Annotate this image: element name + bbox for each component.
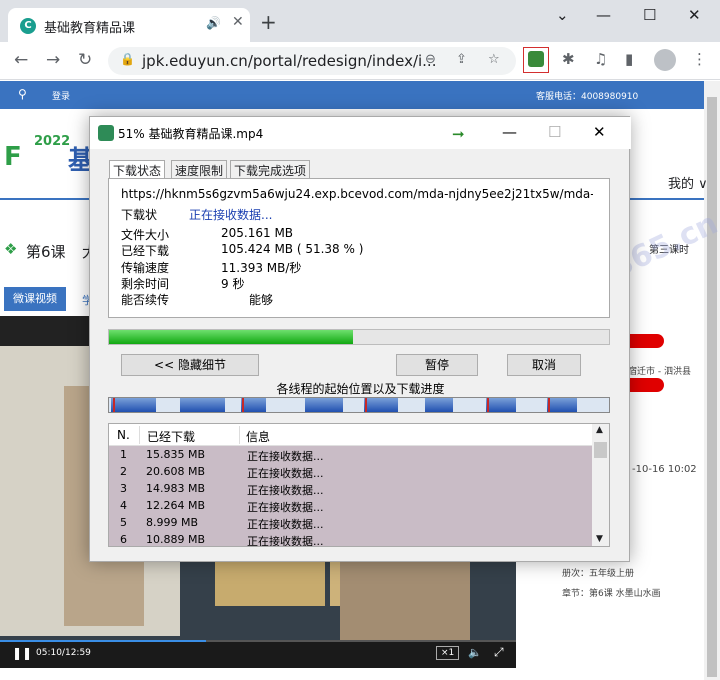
table-row[interactable]: 2 20.608 MB 正在接收数据... <box>109 464 593 481</box>
location-text: 宿迁市 - 泗洪县 <box>628 367 691 377</box>
lock-icon[interactable]: 🔒 <box>120 52 135 66</box>
reload-icon[interactable]: ↻ <box>78 50 92 70</box>
audio-playing-icon[interactable]: 🔊 <box>206 16 221 30</box>
volume-icon[interactable]: 🔈 <box>468 646 482 659</box>
lesson-icon: ❖ <box>4 240 18 258</box>
status-value: 正在接收数据... <box>189 208 273 222</box>
browser-tab[interactable]: C 基础教育精品课 🔊 ✕ <box>8 8 250 42</box>
minimize-button[interactable]: — <box>596 6 611 24</box>
address-bar[interactable]: 🔒 jpk.eduyun.cn/portal/redesign/index/i.… <box>108 47 516 75</box>
table-row[interactable]: 4 12.264 MB 正在接收数据... <box>109 498 593 515</box>
user-icon[interactable]: ⚲ <box>18 87 27 101</box>
status-label: 下载状 <box>121 208 158 222</box>
back-icon[interactable]: ← <box>14 50 28 70</box>
close-tab-icon[interactable]: ✕ <box>232 14 244 30</box>
dialog-titlebar[interactable]: 51% 基础教育精品课.mp4 ➞ — ☐ ✕ <box>90 117 631 149</box>
new-tab-button[interactable]: + <box>260 10 277 34</box>
file-size-value: 205.161 MB <box>221 226 294 240</box>
more-menu-icon[interactable]: ⋮ <box>692 50 707 68</box>
video-controls: ❚❚ 05:10/12:59 ×1 🔈 ⤢ <box>0 640 516 668</box>
tab-micro-video[interactable]: 微课视频 <box>4 287 66 311</box>
hotline-text: 客服电话：4008980910 <box>536 92 639 102</box>
table-row[interactable]: 1 15.835 MB 正在接收数据... <box>109 447 593 464</box>
logo-year: 2022 <box>34 134 71 149</box>
tab-completion-options[interactable]: 下载完成选项 <box>230 160 311 178</box>
tab-title: 基础教育精品课 <box>44 21 136 36</box>
scroll-up-icon[interactable]: ▲ <box>596 425 603 435</box>
list-scrollbar[interactable]: ▲ ▼ <box>592 424 609 546</box>
download-dialog: 51% 基础教育精品课.mp4 ➞ — ☐ ✕ 下载状态 速度限制 下载完成选项… <box>89 116 631 562</box>
col-downloaded[interactable]: 已经下载 <box>147 428 195 445</box>
field-label: 能否续传 <box>121 293 170 307</box>
pause-icon[interactable]: ❚❚ <box>12 646 32 660</box>
pause-button[interactable]: 暂停 <box>396 354 478 376</box>
login-link[interactable]: 登录 <box>52 89 70 102</box>
table-row[interactable]: 5 8.999 MB 正在接收数据... <box>109 515 593 532</box>
field-label: 传输速度 <box>121 261 170 275</box>
site-header-bar: ⚲ 登录 客服电话：4008980910 <box>0 81 704 109</box>
profile-avatar[interactable] <box>654 49 676 71</box>
close-window-button[interactable]: ✕ <box>688 6 701 24</box>
page-scrollbar[interactable] <box>704 81 720 680</box>
resume-value: 能够 <box>249 293 274 307</box>
video-time: 05:10/12:59 <box>36 648 91 658</box>
field-label: 已经下载 <box>121 244 170 258</box>
bookmark-star-icon[interactable]: ☆ <box>488 52 500 67</box>
chapter-text: 章节：第6课 水墨山水画 <box>562 589 661 599</box>
idm-extension-icon[interactable] <box>523 47 549 73</box>
list-body: 1 15.835 MB 正在接收数据... 2 20.608 MB 正在接收数据... … <box>109 446 593 546</box>
tab-speed-limit[interactable]: 速度限制 <box>171 160 228 178</box>
speed-button[interactable]: ×1 <box>436 646 460 660</box>
speed-value: 11.393 MB/秒 <box>221 261 302 275</box>
field-label: 剩余时间 <box>121 277 170 291</box>
extensions-puzzle-icon[interactable]: ✱ <box>562 50 575 68</box>
scroll-down-icon[interactable]: ▼ <box>596 534 603 544</box>
dialog-maximize-button: ☐ <box>548 123 562 141</box>
url-text[interactable]: jpk.eduyun.cn/portal/redesign/index/i... <box>142 52 436 70</box>
zoom-icon[interactable]: ⊖ <box>425 52 436 67</box>
tab-strip: C 基础教育精品课 🔊 ✕ + ⌄ — ☐ ✕ <box>0 0 720 42</box>
status-panel: https://hknm5s6gzvm5a6wju24.exp.bcevod.c… <box>108 178 610 318</box>
tab-download-status[interactable]: 下载状态 <box>109 160 166 179</box>
threads-label: 各线程的起始位置以及下载进度 <box>276 382 445 396</box>
arrow-icon: ➞ <box>452 125 465 143</box>
fullscreen-icon[interactable]: ⤢ <box>494 645 504 660</box>
col-n[interactable]: N. <box>117 428 130 442</box>
hide-details-button[interactable]: << 隐藏细节 <box>121 354 259 376</box>
time-left-value: 9 秒 <box>221 277 245 291</box>
volume-text: 册次：五年级上册 <box>562 569 635 579</box>
browser-toolbar: ← → ↻ 🔒 jpk.eduyun.cn/portal/redesign/in… <box>0 42 720 80</box>
lesson-title: 第6课 <box>26 243 66 261</box>
my-menu[interactable]: 我的 ∨ <box>668 173 708 192</box>
site-favicon-icon: C <box>20 18 36 34</box>
maximize-button[interactable]: ☐ <box>643 6 656 24</box>
field-label: 文件大小 <box>121 228 170 242</box>
forward-icon[interactable]: → <box>46 50 60 70</box>
table-row[interactable]: 3 14.983 MB 正在接收数据... <box>109 481 593 498</box>
tab-search-icon[interactable]: ⌄ <box>556 6 569 24</box>
threads-list[interactable]: N. 已经下载 信息 1 15.835 MB 正在接收数据... 2 20.608 M… <box>108 423 610 547</box>
share-icon[interactable]: ⇪ <box>456 52 467 67</box>
table-row[interactable]: 6 10.889 MB 正在接收数据... <box>109 532 593 546</box>
side-panel-icon[interactable]: ▮ <box>625 50 633 68</box>
list-header: N. 已经下载 信息 <box>109 424 593 446</box>
download-progress-bar <box>108 329 610 345</box>
thread-progress-bar <box>108 397 610 413</box>
dialog-title: 51% 基础教育精品课.mp4 <box>118 127 264 141</box>
idm-icon <box>98 125 114 141</box>
media-control-icon[interactable]: ♫ <box>594 50 607 68</box>
cancel-button[interactable]: 取消 <box>507 354 581 376</box>
dialog-minimize-button[interactable]: — <box>502 123 517 141</box>
download-url: https://hknm5s6gzvm5a6wju24.exp.bcevod.c… <box>121 187 593 201</box>
col-info[interactable]: 信息 <box>246 428 270 445</box>
date-text: -10-16 10:02 <box>632 464 697 475</box>
site-logo[interactable]: F 2022 基 <box>0 130 94 190</box>
dialog-close-button[interactable]: ✕ <box>593 123 606 141</box>
downloaded-value: 105.424 MB ( 51.38 % ) <box>221 242 364 256</box>
